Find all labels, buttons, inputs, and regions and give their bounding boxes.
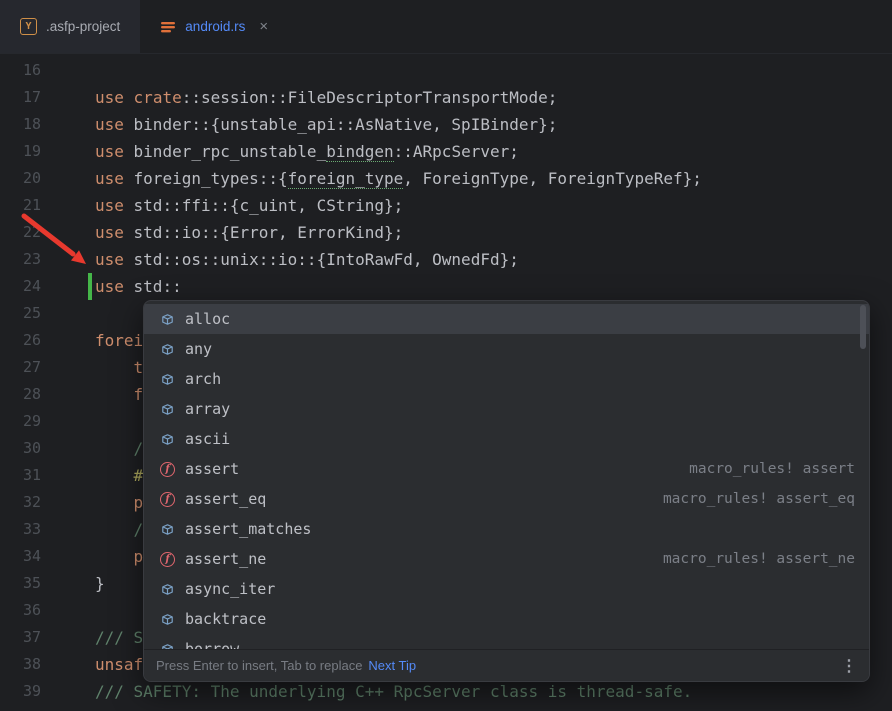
code-line-24[interactable]: use std:: (88, 273, 892, 300)
line-number: 22 (0, 219, 88, 246)
line-number: 28 (0, 381, 88, 408)
completion-label: assert (185, 460, 239, 478)
next-tip-link[interactable]: Next Tip (368, 658, 416, 673)
line-number: 24 (0, 273, 88, 300)
completion-label: borrow (185, 640, 239, 649)
tab-asfp-project[interactable]: Y .asfp-project (0, 0, 140, 53)
popup-scrollbar-thumb[interactable] (860, 305, 866, 349)
line-number: 26 (0, 327, 88, 354)
completion-item-backtrace[interactable]: backtrace (144, 604, 869, 634)
module-icon (160, 342, 175, 357)
line-number: 38 (0, 651, 88, 678)
editor-tab-bar: Y .asfp-project android.rs × (0, 0, 892, 54)
completion-label: alloc (185, 310, 230, 328)
code-line-21[interactable]: use std::ffi::{c_uint, CString}; (88, 192, 892, 219)
ide-window: Y .asfp-project android.rs × 16171819202… (0, 0, 892, 711)
completion-item-assert_eq[interactable]: f assert_eq macro_rules! assert_eq (144, 484, 869, 514)
module-icon (160, 522, 175, 537)
module-icon (160, 612, 175, 627)
completion-hint: macro_rules! assert_eq (663, 491, 855, 507)
vcs-added-marker (88, 273, 92, 300)
code-line-23[interactable]: use std::os::unix::io::{IntoRawFd, Owned… (88, 246, 892, 273)
completion-label: array (185, 400, 230, 418)
completion-item-arch[interactable]: arch (144, 364, 869, 394)
gutter[interactable]: 1617181920212223242526272829303132333435… (0, 57, 88, 711)
completion-item-borrow[interactable]: borrow (144, 634, 869, 649)
line-number: 36 (0, 597, 88, 624)
line-number: 23 (0, 246, 88, 273)
code-line-16[interactable] (88, 57, 892, 84)
tab-android-rs[interactable]: android.rs × (140, 0, 288, 53)
line-number: 39 (0, 678, 88, 705)
code-line-18[interactable]: use binder::{unstable_api::AsNative, SpI… (88, 111, 892, 138)
completion-item-alloc[interactable]: alloc (144, 304, 869, 334)
tab-label: android.rs (185, 19, 245, 34)
line-number: 19 (0, 138, 88, 165)
completion-footer: Press Enter to insert, Tab to replace Ne… (144, 649, 869, 681)
completion-list-body: allocanyarcharrayasciifassertmacro_rules… (144, 301, 869, 649)
completion-label: any (185, 340, 212, 358)
completion-label: assert_eq (185, 490, 266, 508)
line-number: 37 (0, 624, 88, 651)
code-line-17[interactable]: use crate::session::FileDescriptorTransp… (88, 84, 892, 111)
completion-footer-hint: Press Enter to insert, Tab to replace (156, 658, 362, 673)
line-number: 35 (0, 570, 88, 597)
completion-label: assert_ne (185, 550, 266, 568)
completion-item-assert_matches[interactable]: assert_matches (144, 514, 869, 544)
module-icon (160, 312, 175, 327)
line-number: 33 (0, 516, 88, 543)
module-icon (160, 402, 175, 417)
completion-item-any[interactable]: any (144, 334, 869, 364)
completion-item-ascii[interactable]: ascii (144, 424, 869, 454)
completion-item-assert[interactable]: fassert macro_rules! assert (144, 454, 869, 484)
completion-hint: macro_rules! assert (689, 461, 855, 477)
macro-icon: f (160, 462, 175, 477)
code-line-19[interactable]: use binder_rpc_unstable_bindgen::ARpcSer… (88, 138, 892, 165)
line-number: 29 (0, 408, 88, 435)
line-number: 21 (0, 192, 88, 219)
completion-hint: macro_rules! assert_ne (663, 551, 855, 567)
tab-close-icon[interactable]: × (259, 19, 268, 34)
code-line-22[interactable]: use std::io::{Error, ErrorKind}; (88, 219, 892, 246)
line-number: 31 (0, 462, 88, 489)
line-number: 17 (0, 84, 88, 111)
completion-item-async_iter[interactable]: async_iter (144, 574, 869, 604)
tab-label: .asfp-project (46, 19, 120, 34)
line-number: 27 (0, 354, 88, 381)
completion-item-assert_ne[interactable]: f assert_ne macro_rules! assert_ne (144, 544, 869, 574)
line-number: 18 (0, 111, 88, 138)
code-line-20[interactable]: use foreign_types::{foreign_type, Foreig… (88, 165, 892, 192)
line-number: 32 (0, 489, 88, 516)
line-number: 34 (0, 543, 88, 570)
project-file-icon: Y (20, 18, 37, 35)
completion-item-array[interactable]: array (144, 394, 869, 424)
macro-icon: f (160, 492, 175, 507)
line-number: 20 (0, 165, 88, 192)
completion-label: backtrace (185, 610, 266, 628)
completion-popup: allocanyarcharrayasciifassertmacro_rules… (143, 300, 870, 682)
completion-label: async_iter (185, 580, 275, 598)
line-number: 30 (0, 435, 88, 462)
line-number: 25 (0, 300, 88, 327)
completion-label: ascii (185, 430, 230, 448)
completion-list: allocanyarcharrayasciifassertmacro_rules… (144, 301, 869, 649)
rust-file-icon (160, 19, 176, 35)
line-number: 16 (0, 57, 88, 84)
module-icon (160, 582, 175, 597)
module-icon (160, 372, 175, 387)
module-icon (160, 432, 175, 447)
code-line-39[interactable]: /// SAFETY: The underlying C++ RpcServer… (88, 678, 892, 705)
macro-icon: f (160, 552, 175, 567)
completion-label: assert_matches (185, 520, 311, 538)
module-icon (160, 642, 175, 650)
kebab-menu-icon[interactable]: ⋮ (841, 656, 857, 676)
completion-label: arch (185, 370, 221, 388)
